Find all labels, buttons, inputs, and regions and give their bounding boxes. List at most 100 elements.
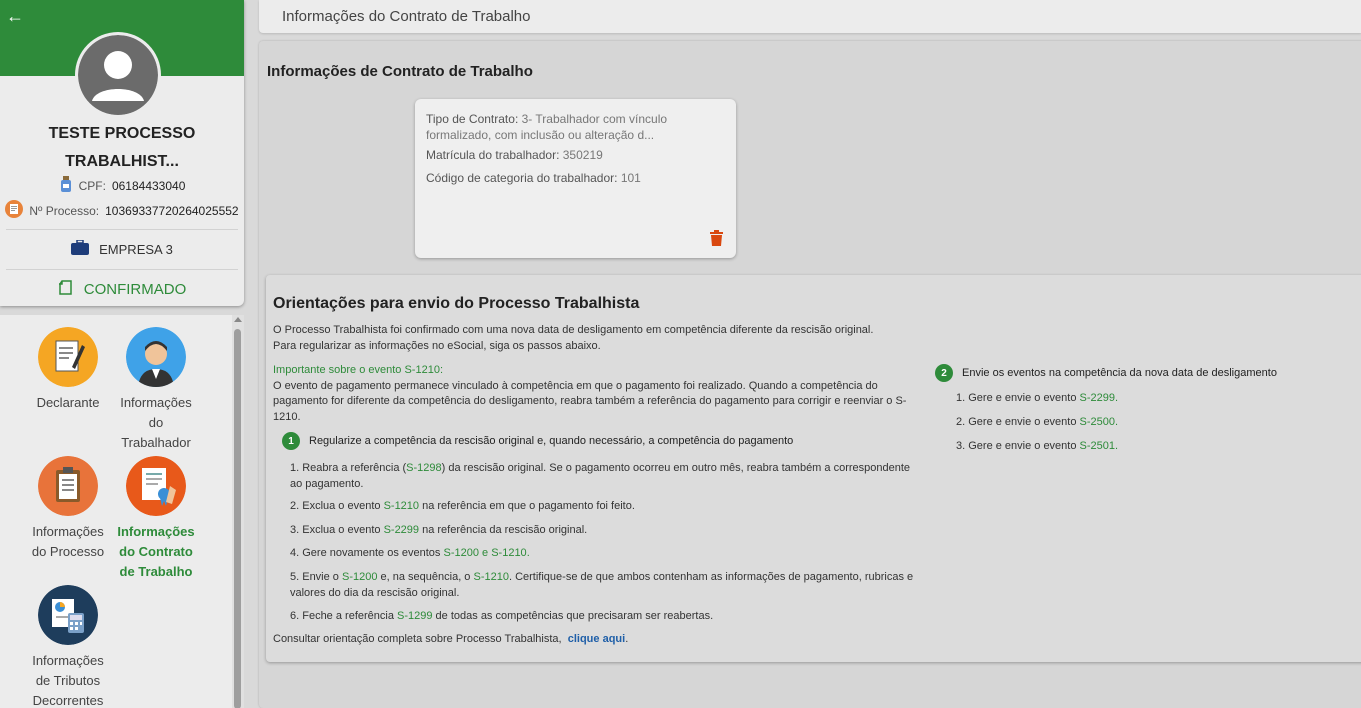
menu-label: Declarante [36,395,100,410]
empresa-name: EMPRESA 3 [99,241,173,257]
contract-type-label: Tipo de Contrato: [426,112,519,126]
cpf-value: 06184433040 [111,178,186,193]
clipboard-icon [38,456,98,516]
event-link[interactable]: S-1299 [397,610,432,622]
event-link[interactable]: S-2501 [1080,440,1115,452]
step1-item4: 4. Gere novamente os eventos S-1200 e S-… [290,545,530,561]
menu-item-declarante[interactable]: Declarante [23,327,113,413]
menu-label: de Trabalho [119,564,193,579]
event-link[interactable]: S-1298 [406,462,441,474]
step2-item1: 1. Gere e envie o evento S-2299. [956,390,1118,406]
item-text: 3. Gere e envie o evento [956,440,1080,452]
item-text: 1. Reabra a referência ( [290,462,407,474]
cpf-line: CPF: 06184433040 [0,176,244,195]
event-link[interactable]: S-1210 [491,547,526,559]
step2-item2: 2. Gere e envie o evento S-2500. [956,414,1118,430]
process-badge-icon [5,200,24,221]
item-text: 3. Exclua o evento [290,524,384,536]
status-text: CONFIRMADO [83,280,187,298]
menu-item-trabalhador[interactable]: Informações do Trabalhador [111,327,201,453]
matricula-label: Matrícula do trabalhador: [426,148,560,162]
item-text: 2. Exclua o evento [290,500,384,512]
important-title: Importante sobre o evento S-1210: [273,364,443,376]
trash-icon[interactable] [710,230,723,249]
menu-label: Informações [117,524,195,539]
page-title: Informações do Contrato de Trabalho [282,8,531,25]
menu-label: do Processo [31,544,105,559]
declarante-icon [38,327,98,387]
worker-name-line2: TRABALHIST... [65,153,179,170]
item-text: . [526,547,530,559]
divider [6,229,238,230]
user-avatar-icon [78,35,158,115]
footer-text: Consultar orientação completa sobre Proc… [273,633,562,645]
event-link[interactable]: S-1210 [473,571,508,583]
scroll-up-arrow-icon[interactable] [234,317,242,322]
clique-aqui-link[interactable]: clique aqui [568,633,625,645]
worker-name-line1: TESTE PROCESSO [48,125,196,142]
matricula-row: Matrícula do trabalhador: 350219 [426,147,726,163]
orientation-title: Orientações para envio do Processo Traba… [273,295,640,312]
event-link[interactable]: S-1200 [443,547,478,559]
menu-item-processo[interactable]: Informações do Processo [23,456,113,562]
processo-value: 10369337720264025552 [105,203,239,218]
step2-title: Envie os eventos na competência da nova … [962,367,1277,379]
scrollbar-thumb[interactable] [234,329,241,708]
contract-type-row: Tipo de Contrato: 3- Trabalhador com vín… [426,111,726,143]
divider [6,269,238,270]
document-bottle-icon [59,176,73,195]
step1-item6: 6. Feche a referência S-1299 de todas as… [290,608,713,624]
intro-text: O Processo Trabalhista foi confirmado co… [273,323,973,354]
step1-item5: 5. Envie o S-1200 e, na sequência, o S-1… [290,569,916,601]
processo-label: Nº Processo: [29,203,100,218]
categoria-label: Código de categoria do trabalhador: [426,171,618,185]
section-title: Informações de Contrato de Trabalho [267,63,533,80]
matricula-value: 350219 [562,148,603,162]
event-link[interactable]: S-1210 [384,500,419,512]
calculator-chart-icon [38,585,98,645]
event-link[interactable]: S-2299 [1080,392,1115,404]
item-text: de todas as competências que precisaram … [432,610,714,622]
menu-label: de Tributos [35,673,101,688]
worker-icon [126,327,186,387]
item-text: na referência em que o pagamento foi fei… [419,500,635,512]
intro-line: O Processo Trabalhista foi confirmado co… [273,324,874,336]
processo-line: Nº Processo: 10369337720264025552 [0,200,244,221]
step1-item1: 1. Reabra a referência (S-1298) da resci… [290,460,916,492]
step1-header: 1 Regularize a competência da rescisão o… [282,432,793,450]
important-text: O evento de pagamento permanece vinculad… [273,379,907,423]
step-number-badge: 2 [935,364,953,382]
contract-type-value-cont: formalizado, com inclusão ou alteração d… [426,128,655,142]
menu-label: Informações [32,524,104,539]
item-text: e, na sequência, o [377,571,474,583]
step1-item2: 2. Exclua o evento S-1210 na referência … [290,498,635,514]
navigation-menu: Declarante Informações do Trabalhador In… [0,315,244,708]
contract-type-value: 3- Trabalhador com vínculo [521,112,668,126]
categoria-row: Código de categoria do trabalhador: 101 [426,170,726,186]
item-text: 1. Gere e envie o evento [956,392,1080,404]
step-number-badge: 1 [282,432,300,450]
orientation-card: Orientações para envio do Processo Traba… [266,275,1361,662]
menu-scrollbar[interactable] [232,315,244,708]
item-text: . [1115,392,1119,404]
item-text: e [478,547,492,559]
event-link[interactable]: S-2500 [1080,416,1115,428]
menu-label: Informações [32,653,104,668]
event-link[interactable]: S-2299 [384,524,419,536]
top-bar: Informações do Contrato de Trabalho [259,0,1361,33]
event-link[interactable]: S-1200 [342,571,377,583]
step2-header: 2 Envie os eventos na competência da nov… [935,364,1277,382]
avatar [75,32,161,118]
item-text: 6. Feche a referência [290,610,398,622]
arrow-left-icon[interactable]: ← [6,6,24,26]
empresa-line: EMPRESA 3 [0,239,244,258]
menu-item-tributos[interactable]: Informações de Tributos Decorrentes [23,585,113,708]
item-text: 5. Envie o [290,571,342,583]
cpf-label: CPF: [78,178,106,193]
menu-label: Decorrentes [32,693,104,708]
footer-line: Consultar orientação completa sobre Proc… [273,631,628,647]
step1-item3: 3. Exclua o evento S-2299 na referência … [290,522,587,538]
worker-name: TESTE PROCESSO TRABALHIST... [0,120,244,176]
menu-item-contrato[interactable]: Informações do Contrato de Trabalho [111,456,201,582]
contract-card[interactable]: Tipo de Contrato: 3- Trabalhador com vín… [415,99,736,258]
